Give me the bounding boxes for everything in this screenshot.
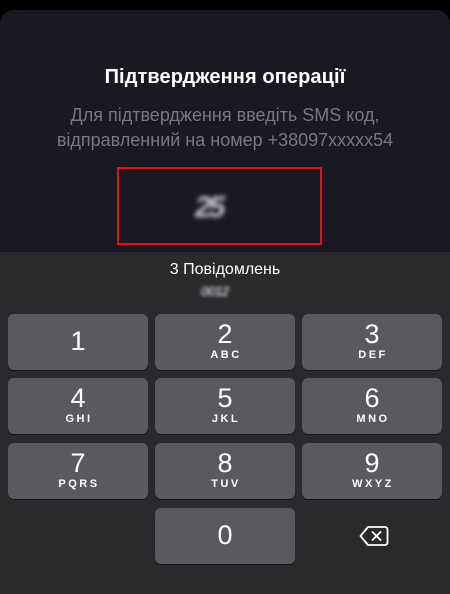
key-digit: 5 [217, 383, 233, 413]
sms-confirmation-screen: Підтвердження операції Для підтвердження… [0, 0, 450, 594]
key-0[interactable]: 0 [155, 508, 295, 564]
key-letters: TUV [211, 478, 241, 490]
sms-suggestion-label[interactable]: 3 Повідомлень [0, 261, 450, 279]
sms-code-value: 25 [195, 191, 225, 224]
key-7[interactable]: 7 PQRS [8, 443, 148, 499]
key-letters: ABC [210, 349, 242, 361]
key-letters: GHI [65, 413, 93, 425]
key-digit: 1 [70, 326, 86, 356]
key-digit: 3 [364, 319, 380, 349]
key-digit: 0 [217, 520, 233, 550]
backspace-icon [359, 526, 389, 546]
key-letters: MNO [356, 413, 390, 425]
sheet-subtitle: Для підтвердження введіть SMS код, відпр… [56, 105, 394, 150]
key-8[interactable]: 8 TUV [155, 443, 295, 499]
key-5[interactable]: 5 JKL [155, 378, 295, 434]
sms-code-input[interactable]: 25 [117, 167, 322, 245]
key-digit: 2 [217, 319, 233, 349]
key-1[interactable]: 1 [8, 314, 148, 370]
key-digit: 8 [217, 448, 233, 478]
key-digit: 7 [70, 448, 86, 478]
numeric-keypad: 3 Повідомлень 0012 1 2 ABC 3 DEF 4 GHI 5… [0, 252, 450, 594]
key-letters: DEF [358, 349, 388, 361]
sms-suggestion-code[interactable]: 0012 [201, 283, 255, 299]
key-4[interactable]: 4 GHI [8, 378, 148, 434]
key-digit: 4 [70, 383, 86, 413]
sheet-title: Підтвердження операції [104, 66, 346, 88]
key-2[interactable]: 2 ABC [155, 314, 295, 370]
key-9[interactable]: 9 WXYZ [302, 443, 442, 499]
key-3[interactable]: 3 DEF [302, 314, 442, 370]
key-digit: 6 [364, 383, 380, 413]
key-letters: PQRS [58, 478, 100, 490]
backspace-button[interactable] [302, 508, 442, 564]
key-letters: JKL [211, 413, 241, 425]
confirmation-sheet: Підтвердження операції Для підтвердження… [0, 10, 450, 270]
key-digit: 9 [364, 448, 380, 478]
key-letters: WXYZ [352, 478, 394, 490]
key-6[interactable]: 6 MNO [302, 378, 442, 434]
